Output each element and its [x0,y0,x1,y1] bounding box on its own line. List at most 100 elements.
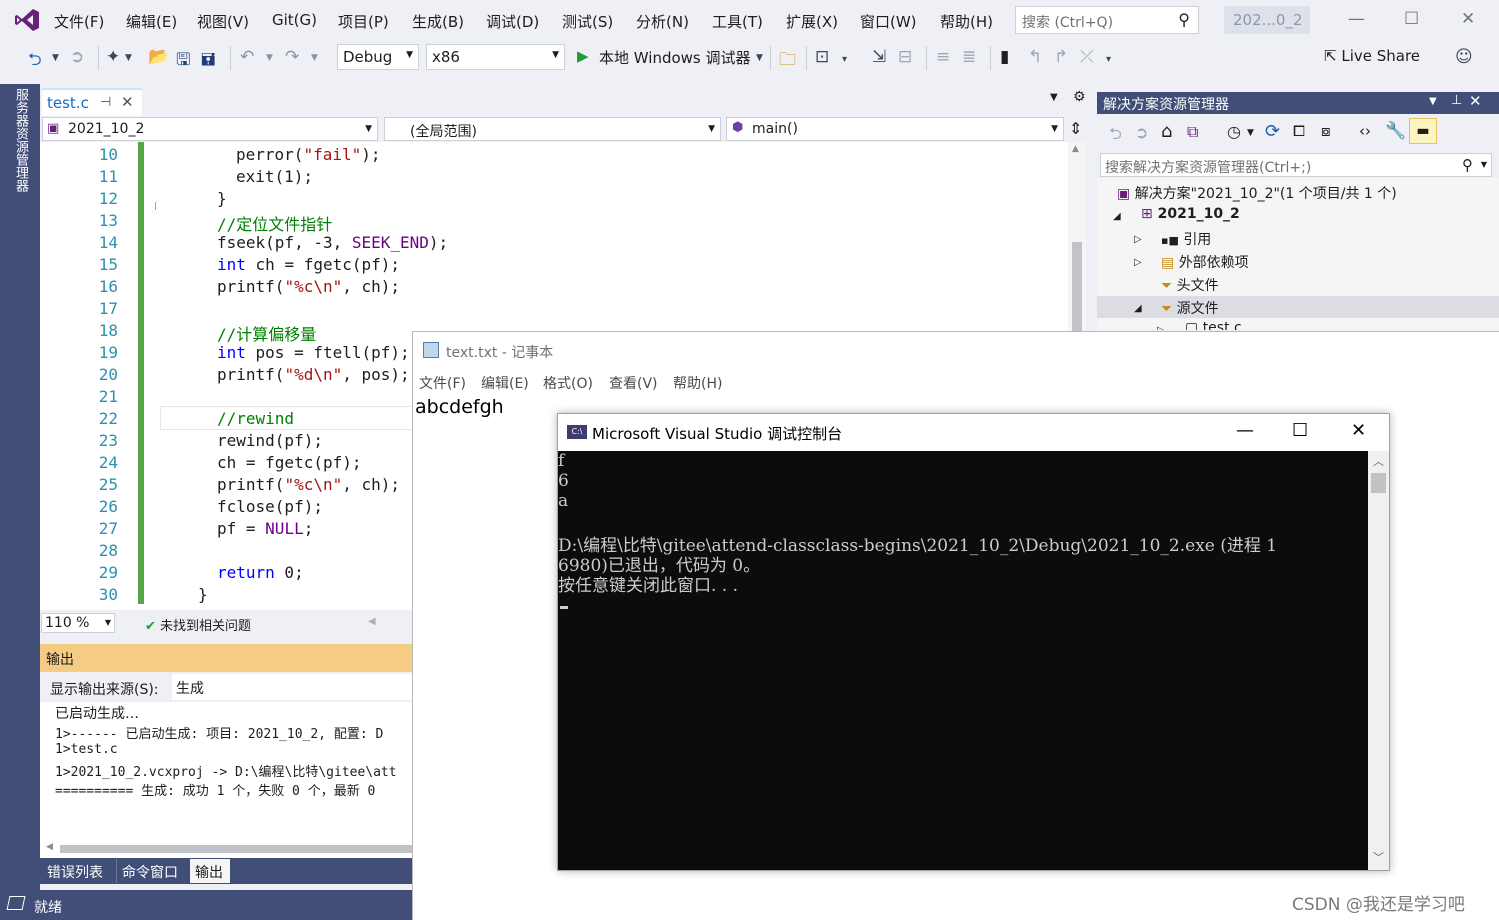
new-project-icon[interactable]: ✦ [106,47,120,67]
pin-icon[interactable]: ⊣ [100,95,111,110]
scrollbar-thumb[interactable] [60,845,412,853]
maximize-icon[interactable]: ☐ [1292,420,1308,441]
notepad-menu-view[interactable]: 查看(V) [609,373,658,393]
next-bookmark-icon[interactable]: ↱ [1054,47,1068,67]
close-tab-icon[interactable]: ✕ [121,93,134,111]
collapsed-arrow-icon[interactable]: ▷ [1134,257,1142,268]
config-select[interactable]: Debug ▼ [337,44,419,70]
outline-icon[interactable]: ⊟ [898,47,912,67]
open-folder-icon[interactable]: 📂 [148,47,169,67]
preview-selected-icon[interactable]: ▬ [1409,118,1437,144]
menu-test[interactable]: 测试(S) [562,11,613,32]
expanded-arrow-icon[interactable]: ◢ [1113,211,1121,222]
chevron-down-icon[interactable]: ▼ [756,53,763,63]
issues-indicator[interactable]: ✔ 未找到相关问题 [145,615,251,634]
server-explorer-tab[interactable]: 服务器资源管理器 [8,88,30,212]
pin-icon[interactable]: ⊥ [1451,93,1462,108]
search-box[interactable]: 搜索 (Ctrl+Q) ⚲ [1015,6,1199,34]
expanded-arrow-icon[interactable]: ◢ [1134,303,1142,314]
menu-help[interactable]: 帮助(H) [940,11,993,32]
minimize-icon[interactable]: — [1236,420,1254,441]
menu-git[interactable]: Git(G) [272,11,317,29]
solution-name-badge[interactable]: 202...0_2 [1224,6,1310,34]
member-navigation-select[interactable]: ⬢ main() ▼ [726,117,1064,141]
menu-edit[interactable]: 编辑(E) [126,11,177,32]
project-navigation-select[interactable]: ▣ 2021_10_2 ▼ [42,117,378,141]
settings-gear-icon[interactable]: ⚙ [1073,89,1086,105]
window-icon[interactable]: ⊡ [815,47,829,67]
chevron-down-icon[interactable]: ▼ [1247,128,1254,138]
notepad-text-content[interactable]: abcdefgh [415,396,504,418]
scope-navigation-select[interactable]: (全局范围) ▼ [384,117,721,141]
switch-views-icon[interactable]: ⧉ [1187,122,1198,142]
back-icon[interactable]: ⮌ [1109,123,1122,150]
scroll-left-icon[interactable]: ◀ [368,616,376,627]
scroll-up-icon[interactable]: ▲ [1072,144,1079,154]
close-icon[interactable]: ✕ [1461,9,1475,29]
clear-bookmarks-icon[interactable]: ⤫ [1080,47,1094,67]
collapsed-arrow-icon[interactable]: ▷ [1134,234,1142,245]
chevron-down-icon[interactable]: ▾ [842,54,847,65]
notepad-menu-edit[interactable]: 编辑(E) [481,373,529,393]
browse-folder-icon[interactable]: 🗀 [779,47,796,76]
view-code-icon[interactable]: ‹› [1359,122,1371,140]
show-all-files-icon[interactable]: ⧇ [1321,122,1331,140]
close-icon[interactable]: ✕ [1351,420,1366,441]
properties-wrench-icon[interactable]: 🔧 [1385,121,1406,141]
scroll-left-icon[interactable]: ◀ [46,842,53,852]
step-icon[interactable]: ⇲ [872,47,886,67]
chevron-down-icon[interactable]: ▼ [311,53,318,63]
chevron-down-icon[interactable]: ▼ [266,53,273,63]
pending-changes-icon[interactable]: ◷ [1227,122,1241,141]
start-debugging-button[interactable]: 本地 Windows 调试器 [599,47,751,68]
close-icon[interactable]: ✕ [1469,92,1482,110]
scrollbar-thumb[interactable] [1371,473,1386,493]
collapse-all-icon[interactable]: ⧠ [1293,122,1305,140]
maximize-icon[interactable]: ☐ [1404,9,1419,29]
tab-command-window[interactable]: 命令窗口 [116,859,183,883]
chevron-down-icon[interactable]: ▼ [52,53,59,63]
tab-test-c[interactable]: test.c ⊣ ✕ [42,88,142,116]
menu-file[interactable]: 文件(F) [54,11,104,32]
minimize-icon[interactable]: — [1348,9,1365,29]
forward-icon[interactable]: ➲ [1135,123,1148,142]
menu-extensions[interactable]: 扩展(X) [786,11,838,32]
solution-explorer-search[interactable]: 搜索解决方案资源管理器(Ctrl+;) ⚲ ▼ [1100,153,1492,177]
toolbar-overflow-icon[interactable]: ▾ [1106,54,1111,65]
back-icon[interactable]: ⮌ [28,47,42,76]
tree-project-node[interactable]: ⊞ 2021_10_2 [1141,206,1240,222]
output-horizontal-scrollbar[interactable]: ◀ [40,840,412,858]
window-position-icon[interactable]: ▼ [1429,96,1437,107]
platform-select[interactable]: x86 ▼ [426,44,565,70]
undo-icon[interactable]: ↶ [240,47,254,67]
live-share-button[interactable]: ⇱ Live Share [1324,47,1420,65]
menu-project[interactable]: 项目(P) [338,11,389,32]
notepad-menu-help[interactable]: 帮助(H) [673,373,722,393]
tab-list-icon[interactable]: ▼ [1050,92,1058,103]
redo-icon[interactable]: ↷ [285,47,299,67]
output-text[interactable]: 已启动生成… 1>------ 已启动生成: 项目: 2021_10_2, 配置… [40,702,412,840]
tree-header-files-node[interactable]: ⏷ 头文件 [1161,275,1219,295]
menu-window[interactable]: 窗口(W) [860,11,917,32]
prev-bookmark-icon[interactable]: ↰ [1028,47,1042,67]
save-all-icon[interactable]: 🖬 [201,47,215,76]
forward-icon[interactable]: ➲ [70,47,84,67]
tree-external-deps-node[interactable]: ▤ 外部依赖项 [1161,252,1249,272]
bookmark-icon[interactable]: ▮ [1000,47,1009,67]
tab-error-list[interactable]: 错误列表 [42,859,108,883]
comment-out-icon[interactable]: ≡ [936,47,950,67]
tree-test-c-node[interactable]: ▢ test.c [1185,320,1242,330]
scroll-down-icon[interactable]: ﹀ [1373,849,1384,865]
menu-build[interactable]: 生成(B) [412,11,464,32]
output-source-select[interactable]: 生成 [172,674,412,700]
collapsed-arrow-icon[interactable]: ▷ [1157,325,1165,330]
tab-output[interactable]: 输出 [190,859,230,883]
notepad-menu-format[interactable]: 格式(O) [543,373,593,393]
uncomment-icon[interactable]: ≣ [962,47,976,67]
chevron-down-icon[interactable]: ▼ [125,53,132,63]
notepad-menu-file[interactable]: 文件(F) [419,373,466,393]
split-editor-icon[interactable]: ⇕ [1069,119,1082,138]
menu-tools[interactable]: 工具(T) [712,11,763,32]
scroll-up-icon[interactable]: ︿ [1373,453,1384,469]
console-output[interactable]: f 6 a D:\编程\比特\gitee\attend-classclass-b… [558,451,1368,870]
